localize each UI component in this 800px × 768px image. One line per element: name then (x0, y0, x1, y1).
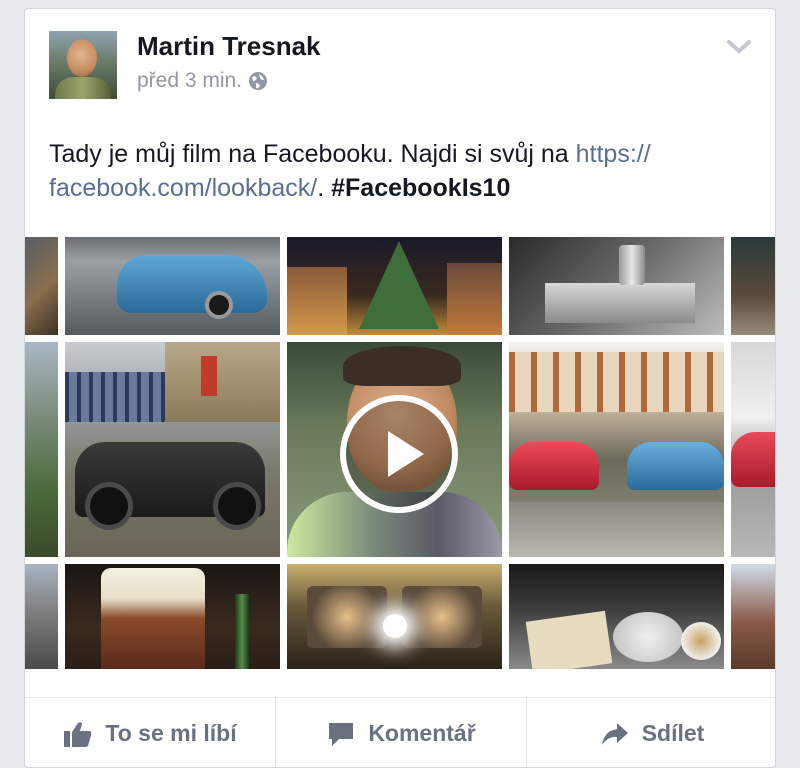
photo-tile (731, 564, 775, 669)
photo-tile (509, 237, 724, 335)
photo-tile (65, 564, 280, 669)
photo-tile (25, 564, 58, 669)
avatar[interactable] (49, 31, 117, 99)
share-button[interactable]: Sdílet (527, 698, 775, 767)
photo-tile (509, 342, 724, 557)
photo-tile (65, 237, 280, 335)
hashtag-link[interactable]: #FacebookIs10 (331, 174, 510, 202)
video-collage[interactable] (25, 237, 775, 669)
author-name[interactable]: Martin Tresnak (137, 31, 321, 62)
comment-button[interactable]: Komentář (276, 698, 527, 767)
post-card: Martin Tresnak před 3 min. Tady je můj f… (24, 8, 776, 768)
post-text-punct: . (317, 174, 332, 202)
action-bar: To se mi líbí Komentář Sdílet (25, 697, 775, 767)
photo-tile (25, 342, 58, 557)
speech-bubble-icon (329, 722, 354, 746)
play-icon[interactable] (340, 395, 458, 513)
comment-label: Komentář (368, 720, 476, 746)
chevron-down-icon[interactable] (727, 39, 751, 55)
photo-tile (287, 564, 502, 669)
photo-tile (287, 237, 502, 335)
share-label: Sdílet (641, 720, 705, 746)
photo-tile (65, 342, 280, 557)
like-label: To se mi líbí (105, 720, 237, 746)
photo-tile (509, 564, 724, 669)
like-button[interactable]: To se mi líbí (25, 698, 276, 767)
share-arrow-icon (601, 722, 628, 745)
post-text-body: Tady je můj film na Facebooku. Najdi si … (49, 140, 576, 168)
photo-tile (731, 342, 775, 557)
avatar-face (67, 39, 97, 77)
photo-tile (25, 237, 58, 335)
post-text: Tady je můj film na Facebooku. Najdi si … (49, 137, 759, 205)
avatar-jacket (55, 77, 111, 99)
post-meta: před 3 min. (137, 69, 268, 93)
thumbs-up-icon (64, 721, 92, 747)
photo-tile (731, 237, 775, 335)
post-time[interactable]: před 3 min. (137, 69, 242, 93)
globe-icon[interactable] (248, 71, 268, 91)
